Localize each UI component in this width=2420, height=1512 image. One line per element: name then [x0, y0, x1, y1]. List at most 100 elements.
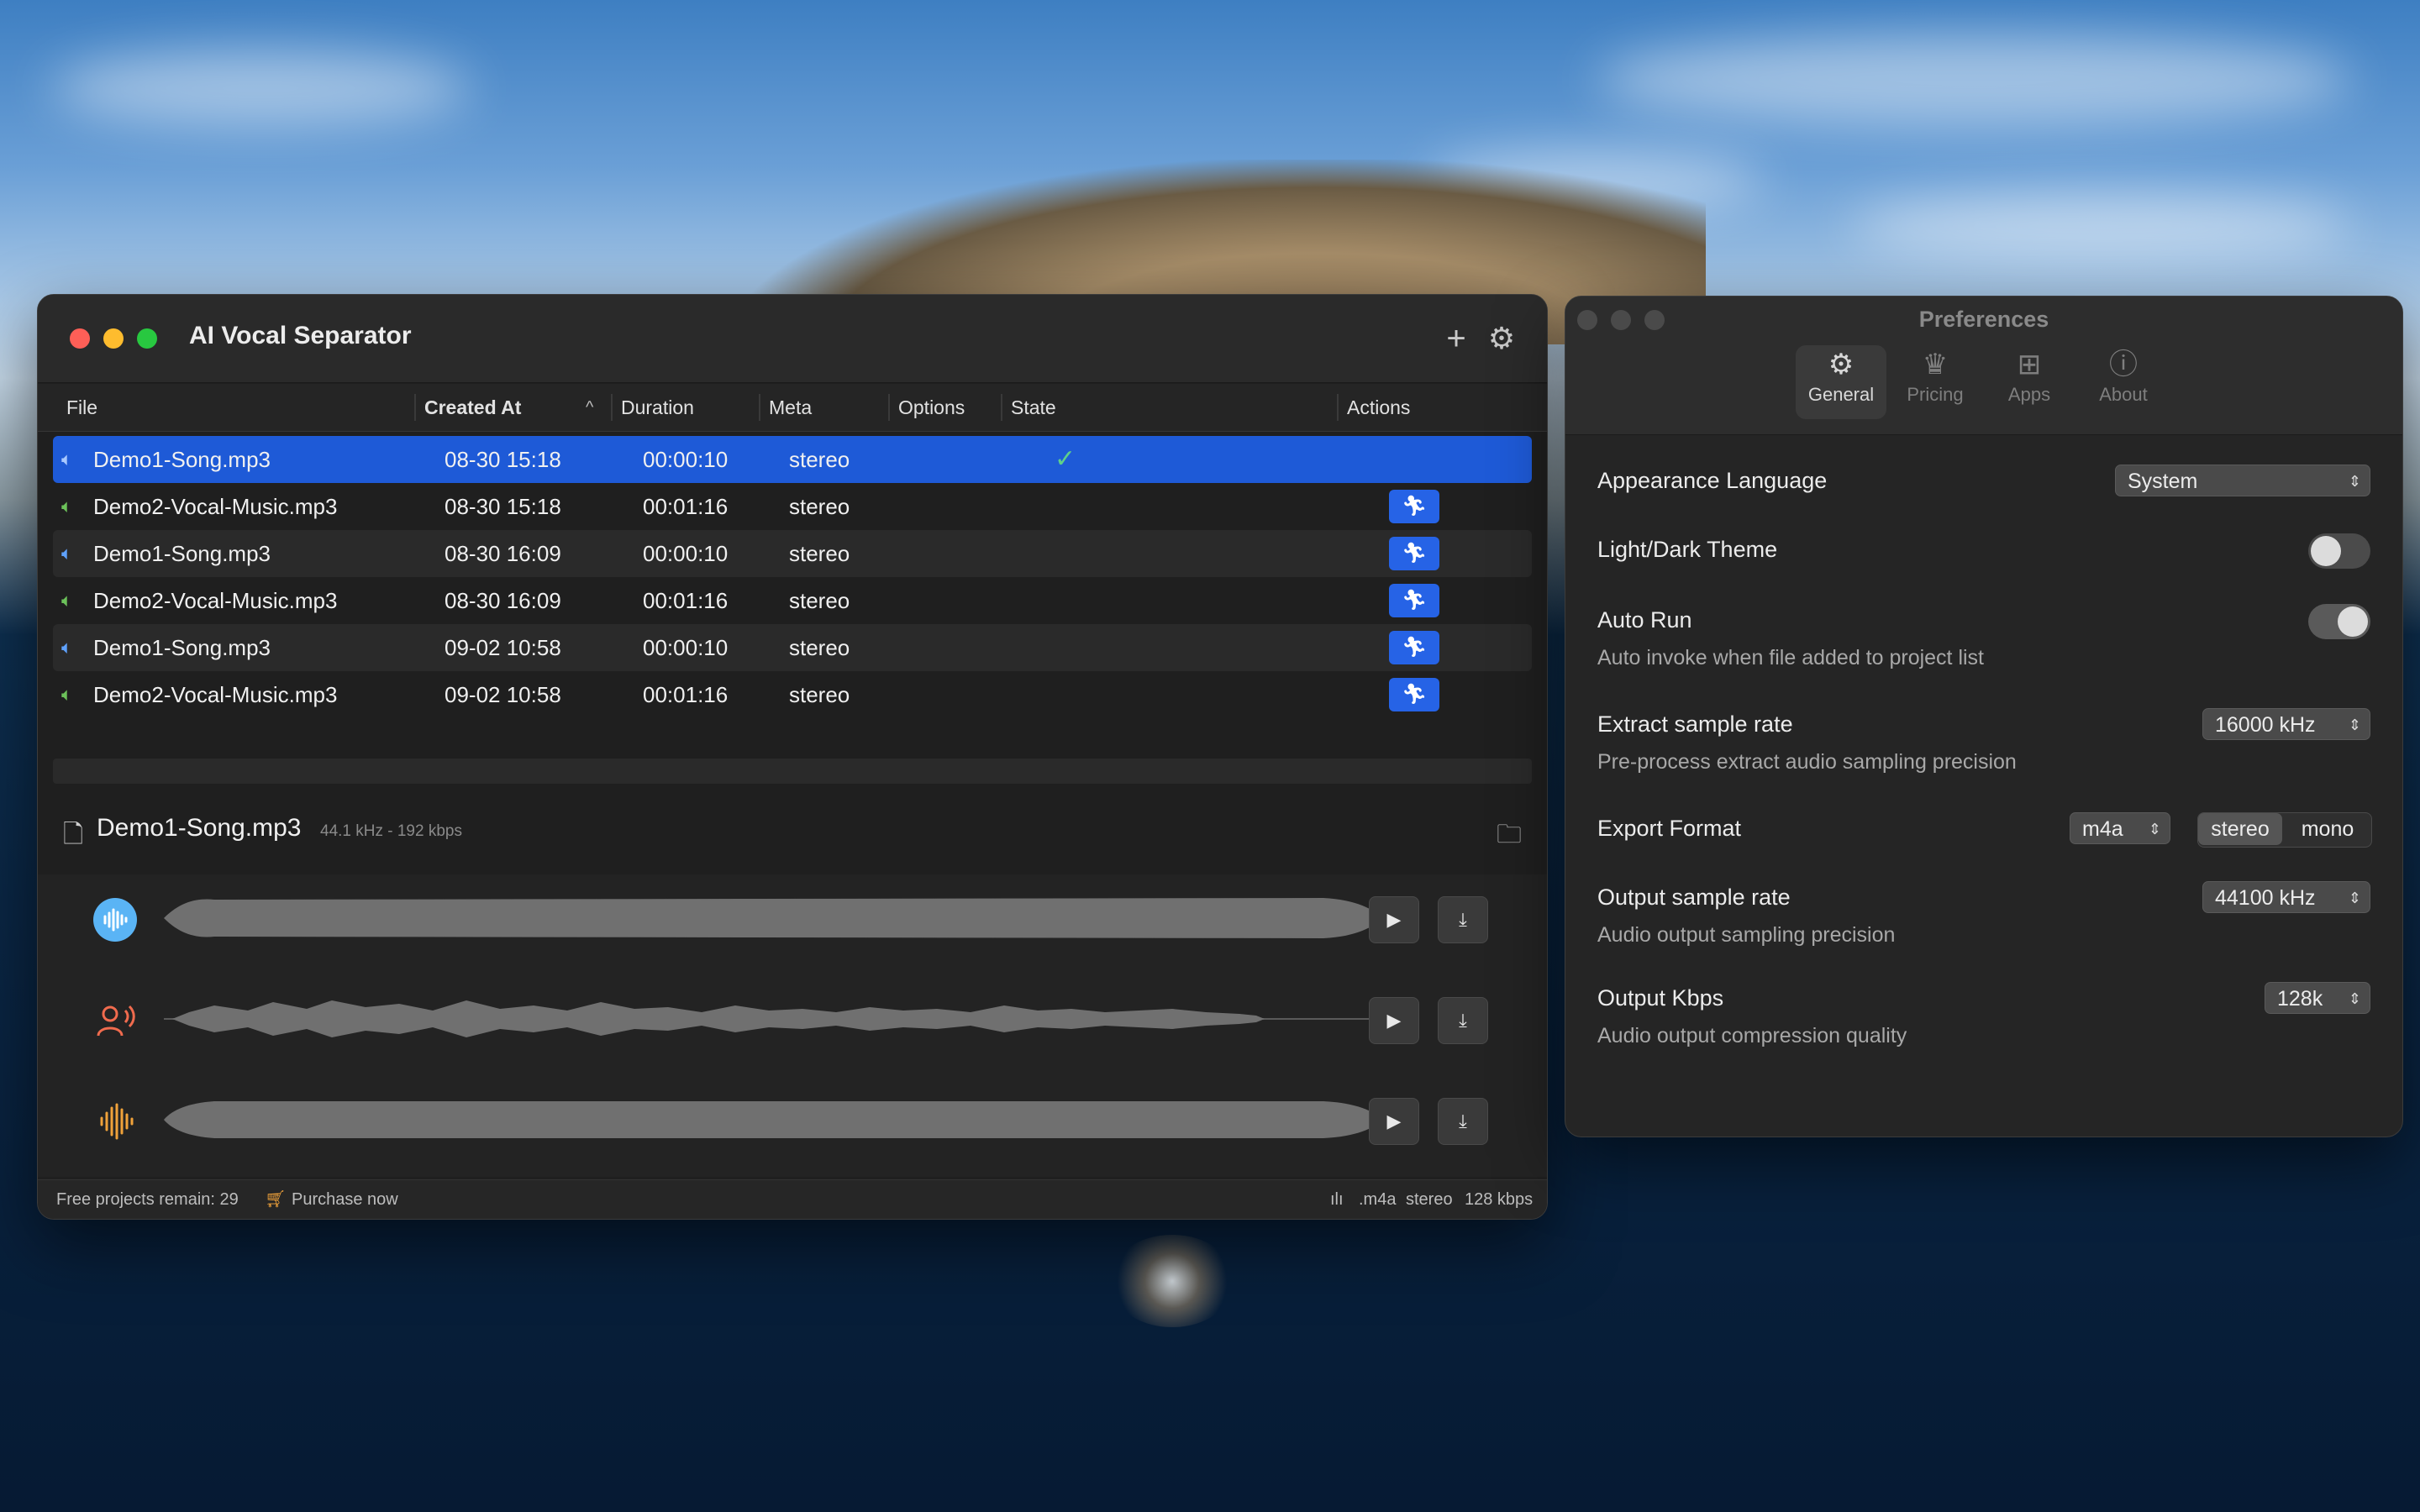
duration: 00:00:10 [643, 447, 729, 472]
theme-label: Light/Dark Theme [1597, 537, 1778, 562]
running-figure-icon: 🏃︎ [1401, 636, 1428, 659]
channel-segmented-control: stereo mono [2197, 812, 2372, 848]
speaker-icon: 🔈︎ [61, 590, 73, 611]
table-row[interactable]: 🔈︎ Demo1-Song.mp3 08-30 16:09 00:00:10 s… [53, 530, 1532, 577]
chevron-updown-icon: ⇕ [2348, 990, 2361, 1007]
chevron-updown-icon: ⇕ [2348, 717, 2361, 733]
column-created-at[interactable]: Created At [414, 394, 521, 421]
extract-rate-select[interactable]: 16000 kHz ⇕ [2202, 708, 2370, 740]
play-button[interactable]: ▶ [1369, 1098, 1419, 1145]
tab-label: Pricing [1907, 384, 1964, 405]
status-bar: Free projects remain: 29 🛒︎ Purchase now… [38, 1179, 1547, 1219]
table-row[interactable]: 🔈︎ Demo1-Song.mp3 09-02 10:58 00:00:10 s… [53, 624, 1532, 671]
original-waveform[interactable] [164, 890, 1382, 947]
zoom-button[interactable] [137, 328, 157, 349]
file-list: 🔈︎ Demo1-Song.mp3 08-30 15:18 00:00:10 s… [53, 436, 1532, 718]
selected-file-meta: 44.1 kHz - 192 kbps [320, 822, 462, 840]
output-kbps-select[interactable]: 128k ⇕ [2265, 982, 2370, 1014]
column-state[interactable]: State [1001, 394, 1056, 421]
export-format-select[interactable]: m4a ⇕ [2070, 812, 2170, 844]
toggle-knob [2311, 536, 2341, 566]
preferences-window: Preferences ⚙ General ♛ Pricing ⊞ Apps ⓘ… [1565, 296, 2403, 1137]
table-header: File Created At ^ Duration Meta Options … [38, 384, 1547, 432]
theme-toggle[interactable] [2308, 533, 2370, 569]
column-options[interactable]: Options [888, 394, 965, 421]
export-format-label: Export Format [1597, 816, 1742, 841]
vocal-waveform[interactable] [164, 990, 1382, 1047]
folder-icon[interactable]: 🗀 [1497, 816, 1522, 858]
output-rate-row: Output sample rate Audio output sampling… [1597, 881, 2370, 960]
download-button[interactable]: ⤓ [1438, 1098, 1488, 1145]
auto-run-description: Auto invoke when file added to project l… [1597, 646, 1984, 669]
auto-run-row: Auto Run Auto invoke when file added to … [1597, 604, 2370, 683]
play-button[interactable]: ▶ [1369, 997, 1419, 1044]
speaker-icon: 🔈︎ [61, 637, 73, 658]
file-name: Demo1-Song.mp3 [93, 635, 271, 660]
created-at: 09-02 10:58 [445, 682, 561, 707]
music-waveform[interactable] [164, 1091, 1382, 1148]
run-button[interactable]: 🏃︎ [1389, 584, 1439, 617]
column-meta[interactable]: Meta [759, 394, 812, 421]
stereo-option[interactable]: stereo [2198, 813, 2282, 845]
tab-apps[interactable]: ⊞ Apps [1984, 345, 2075, 419]
gear-icon: ⚙ [1828, 349, 1854, 381]
sea-rock [1109, 1235, 1235, 1327]
window-title: AI Vocal Separator [189, 322, 412, 349]
appearance-language-label: Appearance Language [1597, 468, 1828, 493]
run-button[interactable]: 🏃︎ [1389, 678, 1439, 711]
file-name: Demo1-Song.mp3 [93, 541, 271, 566]
tab-about[interactable]: ⓘ About [2078, 345, 2169, 419]
download-button[interactable]: ⤓ [1438, 997, 1488, 1044]
settings-button[interactable]: ⚙ [1481, 318, 1522, 359]
auto-run-label: Auto Run [1597, 607, 1692, 633]
tab-general[interactable]: ⚙ General [1796, 345, 1886, 419]
run-button[interactable]: 🏃︎ [1389, 537, 1439, 570]
selected-file-name: Demo1-Song.mp3 [97, 814, 302, 842]
channels-status: stereo [1406, 1190, 1453, 1209]
meta: stereo [789, 588, 850, 613]
mono-option[interactable]: mono [2286, 813, 2370, 845]
selected-file-header: 🗋 Demo1-Song.mp3 44.1 kHz - 192 kbps 🗀 [38, 790, 1547, 866]
play-button[interactable]: ▶ [1369, 896, 1419, 943]
file-name: Demo2-Vocal-Music.mp3 [93, 494, 338, 519]
main-window: AI Vocal Separator + ⚙ File Created At ^… [37, 294, 1548, 1220]
download-button[interactable]: ⤓ [1438, 896, 1488, 943]
list-scroll-edge [53, 759, 1532, 784]
file-name: Demo1-Song.mp3 [93, 447, 271, 472]
vocal-speaker-icon [93, 999, 137, 1042]
output-rate-description: Audio output sampling precision [1597, 923, 1896, 947]
speaker-icon: 🔈︎ [61, 496, 73, 517]
speaker-icon: 🔈︎ [61, 684, 73, 705]
output-rate-select[interactable]: 44100 kHz ⇕ [2202, 881, 2370, 913]
track-panel: ▶ ⤓ ▶ ⤓ ▶ ⤓ [38, 874, 1547, 1177]
title-bar: AI Vocal Separator + ⚙ [38, 295, 1547, 383]
table-row[interactable]: 🔈︎ Demo2-Vocal-Music.mp3 09-02 10:58 00:… [53, 671, 1532, 718]
export-format-row: Export Format m4a ⇕ stereo mono [1597, 812, 2372, 858]
download-icon: ⤓ [1459, 1110, 1467, 1131]
preferences-toolbar: Preferences ⚙ General ♛ Pricing ⊞ Apps ⓘ… [1565, 297, 2402, 435]
created-at: 08-30 16:09 [445, 588, 561, 613]
meta: stereo [789, 447, 850, 472]
column-actions[interactable]: Actions [1337, 394, 1410, 421]
auto-run-toggle[interactable] [2308, 604, 2370, 639]
tab-pricing[interactable]: ♛ Pricing [1890, 345, 1981, 419]
table-row[interactable]: 🔈︎ Demo2-Vocal-Music.mp3 08-30 15:18 00:… [53, 483, 1532, 530]
meta: stereo [789, 682, 850, 707]
minimize-button[interactable] [103, 328, 124, 349]
column-duration[interactable]: Duration [611, 394, 694, 421]
output-kbps-label: Output Kbps [1597, 985, 1724, 1011]
music-track: ▶ ⤓ [38, 1076, 1547, 1160]
duration: 00:01:16 [643, 588, 729, 613]
meta: stereo [789, 635, 850, 660]
tab-label: About [2099, 384, 2148, 405]
add-file-button[interactable]: + [1436, 318, 1476, 359]
appearance-language-select[interactable]: System ⇕ [2115, 465, 2370, 496]
close-button[interactable] [70, 328, 90, 349]
run-button[interactable]: 🏃︎ [1389, 631, 1439, 664]
column-file[interactable]: File [66, 384, 97, 431]
run-button[interactable]: 🏃︎ [1389, 490, 1439, 523]
duration: 00:01:16 [643, 494, 729, 519]
table-row[interactable]: 🔈︎ Demo2-Vocal-Music.mp3 08-30 16:09 00:… [53, 577, 1532, 624]
purchase-link[interactable]: Purchase now [292, 1180, 398, 1219]
table-row[interactable]: 🔈︎ Demo1-Song.mp3 08-30 15:18 00:00:10 s… [53, 436, 1532, 483]
